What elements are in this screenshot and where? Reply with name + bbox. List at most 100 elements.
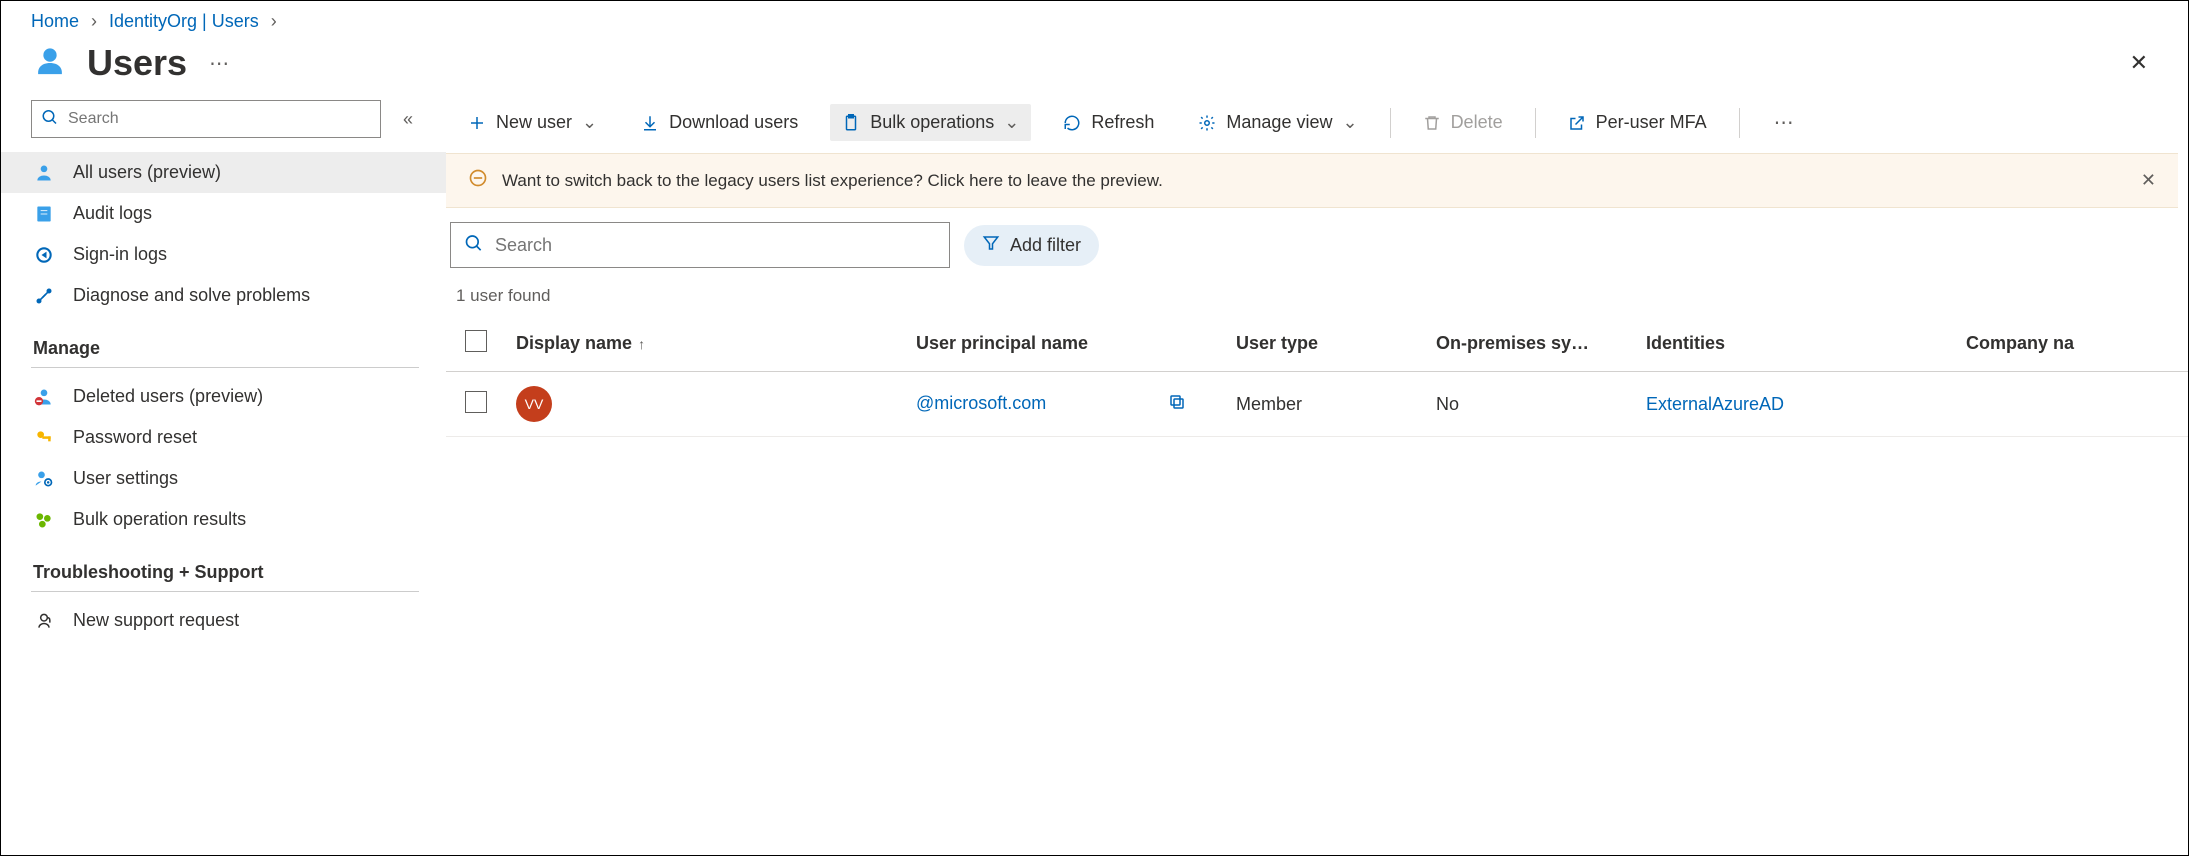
- more-icon[interactable]: ⋯: [209, 51, 229, 76]
- toolbar-divider: [1739, 108, 1740, 138]
- deleted-user-icon: [33, 387, 55, 407]
- toolbar-divider: [1535, 108, 1536, 138]
- toolbar: New user ⌄ Download users Bulk operation…: [446, 100, 2188, 151]
- copy-icon[interactable]: [1168, 393, 1186, 416]
- sidebar-group-manage: Manage: [31, 316, 419, 368]
- collapse-sidebar-icon[interactable]: «: [403, 109, 413, 130]
- sidebar-item-user-settings[interactable]: User settings: [1, 458, 446, 499]
- gear-icon: [1198, 114, 1216, 132]
- sidebar: « All users (preview) Audit logs Sign-in…: [1, 100, 446, 641]
- page-header: Users ⋯ ✕: [1, 36, 2188, 100]
- button-label: Add filter: [1010, 235, 1081, 256]
- page-title: Users: [87, 42, 187, 84]
- button-label: Manage view: [1226, 112, 1332, 133]
- sidebar-item-label: New support request: [73, 610, 239, 631]
- row-checkbox[interactable]: [465, 391, 487, 413]
- col-company[interactable]: Company na: [1956, 316, 2188, 372]
- minus-circle-icon: [468, 168, 488, 193]
- sidebar-item-label: Diagnose and solve problems: [73, 285, 310, 306]
- close-banner-icon[interactable]: ✕: [2141, 170, 2156, 191]
- filter-icon: [982, 234, 1000, 257]
- sidebar-group-troubleshoot: Troubleshooting + Support: [31, 540, 419, 592]
- sidebar-search-input[interactable]: [31, 100, 381, 138]
- trash-icon: [1423, 114, 1441, 132]
- search-icon: [464, 234, 484, 257]
- add-filter-button[interactable]: Add filter: [964, 225, 1099, 266]
- breadcrumb-org[interactable]: IdentityOrg | Users: [109, 11, 259, 32]
- col-identities[interactable]: Identities: [1636, 316, 1956, 372]
- sidebar-item-diagnose[interactable]: Diagnose and solve problems: [1, 275, 446, 316]
- sidebar-item-label: Deleted users (preview): [73, 386, 263, 407]
- main-content: New user ⌄ Download users Bulk operation…: [446, 100, 2188, 641]
- manage-view-button[interactable]: Manage view ⌄: [1186, 104, 1369, 141]
- toolbar-divider: [1390, 108, 1391, 138]
- close-icon[interactable]: ✕: [2130, 50, 2148, 76]
- sidebar-item-audit-logs[interactable]: Audit logs: [1, 193, 446, 234]
- main-search-input[interactable]: [450, 222, 950, 268]
- preview-banner[interactable]: Want to switch back to the legacy users …: [446, 153, 2178, 208]
- upn-link[interactable]: @microsoft.com: [916, 393, 1046, 413]
- bulk-icon: [33, 510, 55, 530]
- sidebar-item-label: Audit logs: [73, 203, 152, 224]
- filter-row: Add filter: [446, 222, 2188, 268]
- user-gear-icon: [33, 469, 55, 489]
- refresh-button[interactable]: Refresh: [1051, 104, 1166, 141]
- new-user-button[interactable]: New user ⌄: [456, 104, 609, 141]
- user-icon: [33, 163, 55, 183]
- main-search[interactable]: [450, 222, 950, 268]
- sidebar-search[interactable]: [31, 100, 381, 138]
- sidebar-item-password-reset[interactable]: Password reset: [1, 417, 446, 458]
- chevron-right-icon: ›: [271, 11, 277, 32]
- download-users-button[interactable]: Download users: [629, 104, 810, 141]
- sidebar-item-deleted-users[interactable]: Deleted users (preview): [1, 376, 446, 417]
- users-table: Display name↑ User principal name User t…: [446, 316, 2188, 437]
- banner-text: Want to switch back to the legacy users …: [502, 171, 1163, 191]
- button-label: Per-user MFA: [1596, 112, 1707, 133]
- select-all-checkbox[interactable]: [465, 330, 487, 352]
- per-user-mfa-button[interactable]: Per-user MFA: [1556, 104, 1719, 141]
- sidebar-item-label: User settings: [73, 468, 178, 489]
- signin-icon: [33, 245, 55, 265]
- chevron-down-icon: ⌄: [582, 112, 597, 133]
- cell-company: [1956, 372, 2188, 437]
- sidebar-item-signin-logs[interactable]: Sign-in logs: [1, 234, 446, 275]
- button-label: Download users: [669, 112, 798, 133]
- col-on-prem[interactable]: On-premises sy…: [1426, 316, 1636, 372]
- cell-on-prem: No: [1426, 372, 1636, 437]
- cell-user-type: Member: [1226, 372, 1426, 437]
- sidebar-item-label: Sign-in logs: [73, 244, 167, 265]
- sort-asc-icon: ↑: [638, 336, 645, 352]
- button-label: Refresh: [1091, 112, 1154, 133]
- avatar: VV: [516, 386, 552, 422]
- chevron-down-icon: ⌄: [1342, 112, 1357, 133]
- clipboard-icon: [842, 114, 860, 132]
- button-label: Bulk operations: [870, 112, 994, 133]
- sidebar-item-label: All users (preview): [73, 162, 221, 183]
- sidebar-item-label: Password reset: [73, 427, 197, 448]
- sidebar-item-label: Bulk operation results: [73, 509, 246, 530]
- button-label: New user: [496, 112, 572, 133]
- toolbar-more-icon[interactable]: ⋯: [1760, 110, 1808, 135]
- col-user-type[interactable]: User type: [1226, 316, 1426, 372]
- table-row[interactable]: VV @microsoft.com Member No ExternalAzur…: [446, 372, 2188, 437]
- plus-icon: [468, 114, 486, 132]
- result-count: 1 user found: [446, 268, 2188, 316]
- identities-link[interactable]: ExternalAzureAD: [1646, 394, 1784, 414]
- col-upn[interactable]: User principal name: [906, 316, 1226, 372]
- external-link-icon: [1568, 114, 1586, 132]
- button-label: Delete: [1451, 112, 1503, 133]
- search-icon: [41, 109, 59, 130]
- sidebar-item-bulk-results[interactable]: Bulk operation results: [1, 499, 446, 540]
- download-icon: [641, 114, 659, 132]
- tools-icon: [33, 286, 55, 306]
- chevron-right-icon: ›: [91, 11, 97, 32]
- refresh-icon: [1063, 114, 1081, 132]
- support-icon: [33, 611, 55, 631]
- breadcrumb-home[interactable]: Home: [31, 11, 79, 32]
- col-display-name[interactable]: Display name↑: [506, 316, 906, 372]
- bulk-operations-button[interactable]: Bulk operations ⌄: [830, 104, 1031, 141]
- sidebar-item-support[interactable]: New support request: [1, 600, 446, 641]
- book-icon: [33, 204, 55, 224]
- chevron-down-icon: ⌄: [1004, 112, 1019, 133]
- sidebar-item-all-users[interactable]: All users (preview): [1, 152, 446, 193]
